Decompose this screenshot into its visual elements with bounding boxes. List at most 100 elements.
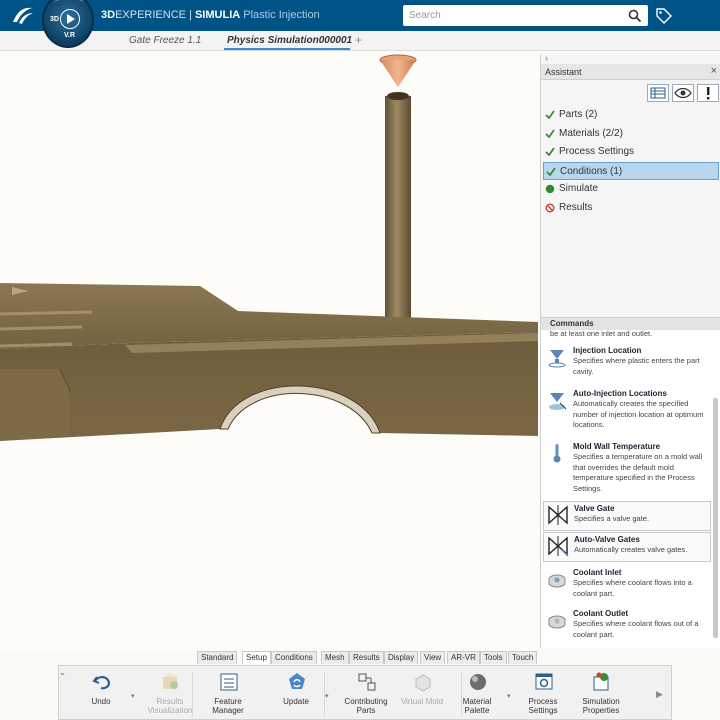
command-description: Specifies where coolant flows out of a c… — [573, 619, 699, 639]
assistant-header: Assistant × — [541, 64, 720, 80]
workflow-item-label: Materials (2/2) — [559, 127, 623, 139]
tag-icon[interactable] — [655, 7, 673, 25]
check-icon — [545, 110, 555, 120]
action-tab-tools[interactable]: Tools — [480, 651, 507, 664]
injection-nozzle-icon[interactable] — [379, 54, 417, 87]
search-input[interactable] — [409, 7, 619, 24]
3d-viewport[interactable] — [0, 51, 540, 651]
command-description: Specifies where coolant flows into a coo… — [573, 578, 692, 598]
search-box[interactable] — [403, 5, 648, 26]
simulation-properties-button[interactable]: Simulation Properties — [574, 669, 628, 719]
command-title: Auto-Valve Gates — [574, 535, 640, 544]
thermometer-icon — [553, 444, 561, 463]
workflow-item[interactable]: Process Settings — [543, 143, 719, 162]
ds-logo-icon[interactable] — [10, 4, 36, 26]
material-palette-button[interactable]: Material Palette — [450, 669, 504, 719]
injection-location-icon — [548, 350, 566, 368]
command-title: Auto-Injection Locations — [573, 389, 667, 398]
virtual-mold-button[interactable]: Virtual Mold — [395, 669, 449, 719]
list-view-button[interactable] — [647, 84, 669, 102]
chevron-right-icon[interactable]: ▶ — [656, 689, 663, 700]
compass-ring — [54, 0, 84, 8]
sprue[interactable] — [385, 92, 411, 322]
injection-location-command[interactable]: Injection Location Specifies where plasti… — [543, 344, 711, 384]
action-button-label: Update — [283, 697, 309, 706]
top-bar: 3DEXPERIENCE | SIMULIA Plastic Injection — [0, 0, 720, 31]
ready-dot-icon — [545, 184, 555, 194]
action-tab-standard[interactable]: Standard — [197, 651, 238, 664]
part-left-block — [0, 369, 70, 441]
auto-injection-locations-command[interactable]: Auto-Injection Locations Automatically cr… — [543, 387, 711, 429]
command-description: Automatically creates the specified numb… — [573, 399, 704, 429]
add-tab-button[interactable]: + — [355, 33, 362, 47]
commands-truncated-text: be at least one inlet and outlet. — [550, 329, 653, 338]
app-title-experience: EXPERIENCE — [115, 9, 186, 21]
alert-button[interactable] — [697, 84, 719, 102]
contributing-parts-button[interactable]: Contributing Parts — [339, 669, 393, 719]
workflow-item[interactable]: Simulate — [543, 180, 719, 199]
eye-icon — [674, 87, 692, 99]
command-title: Valve Gate — [574, 504, 615, 513]
commands-scrollbar[interactable] — [713, 398, 718, 638]
action-tab-setup[interactable]: Setup — [242, 651, 271, 664]
visibility-button[interactable] — [672, 84, 694, 102]
update-button[interactable]: Update — [269, 669, 323, 719]
feature-manager-button[interactable]: Feature Manager — [201, 669, 255, 719]
workflow-item[interactable]: Materials (2/2) — [543, 125, 719, 144]
action-tab-view[interactable]: View — [420, 651, 446, 664]
feature-manager-icon — [220, 673, 238, 691]
collapse-arrow-icon[interactable]: › — [545, 53, 548, 63]
workflow-item-label: Conditions (1) — [560, 165, 623, 177]
process-settings-icon — [535, 673, 553, 690]
action-tab-ar-vr[interactable]: AR-VR — [447, 651, 480, 664]
coolant-outlet-icon — [548, 615, 566, 629]
auto-injection-icon — [549, 393, 567, 410]
play-icon[interactable] — [60, 9, 80, 29]
valve-gate-command[interactable]: Valve Gate Specifies a valve gate. — [543, 501, 711, 531]
document-tab-bar: Gate Freeze 1.1 Physics Simulation000001… — [0, 31, 720, 51]
action-tab-touch[interactable]: Touch — [508, 651, 538, 664]
auto-valve-gates-command[interactable]: Auto-Valve Gates Automatically creates va… — [543, 532, 711, 562]
tab-gate-freeze[interactable]: Gate Freeze 1.1 — [129, 35, 201, 46]
undo-button[interactable]: Undo — [74, 669, 128, 719]
action-tab-results[interactable]: Results — [349, 651, 384, 664]
workflow-item-label: Results — [559, 201, 593, 213]
dropdown-arrow-icon[interactable]: ▾ — [325, 692, 329, 700]
assistant-title: Assistant — [545, 67, 582, 77]
command-title: Coolant Outlet — [573, 609, 629, 618]
action-tab-conditions[interactable]: Conditions — [271, 651, 317, 664]
coolant-outlet-command[interactable]: Coolant Outlet Specifies where coolant fl… — [543, 607, 711, 647]
command-description: Specifies a temperature on a mold wall t… — [573, 452, 703, 493]
action-button-label: Material Palette — [462, 697, 492, 715]
auto-valve-icon — [548, 536, 569, 557]
command-description: Automatically creates valve gates. — [574, 545, 688, 554]
dropdown-arrow-icon[interactable]: ▾ — [131, 692, 135, 700]
action-button-label: Undo — [91, 697, 111, 706]
process-settings-button[interactable]: Process Settings — [516, 669, 570, 719]
tab-physics-simulation[interactable]: Physics Simulation000001 — [227, 35, 352, 46]
workflow-item[interactable]: Parts (2) — [543, 106, 719, 125]
toolbar-separator — [461, 672, 462, 716]
workflow-list: Parts (2) Materials (2/2) Process Settings… — [543, 106, 719, 217]
exclamation-icon — [707, 87, 710, 100]
molded-part-model[interactable] — [0, 51, 540, 651]
command-title: Coolant Inlet — [573, 568, 622, 577]
coolant-inlet-command[interactable]: Coolant Inlet Specifies where coolant flo… — [543, 566, 711, 606]
mold-wall-temperature-command[interactable]: Mold Wall Temperature Specifies a tempera… — [543, 440, 711, 493]
action-button-label: Simulation Properties — [582, 697, 620, 715]
compass-vr-label: V.R — [64, 32, 76, 39]
results-visualization-button[interactable]: Results Visualization — [143, 669, 197, 719]
action-tab-mesh[interactable]: Mesh — [321, 651, 349, 664]
list-icon — [650, 87, 666, 99]
commands-panel: Commands be at least one inlet and outle… — [540, 317, 720, 648]
dropdown-arrow-icon[interactable]: ▾ — [507, 692, 511, 700]
workflow-item[interactable]: Results — [543, 199, 719, 218]
workflow-item-label: Process Settings — [559, 146, 635, 157]
action-bar-collapse-icon[interactable]: ⌄ — [59, 668, 66, 677]
action-tab-display[interactable]: Display — [384, 651, 419, 664]
command-description: Specifies a valve gate. — [574, 514, 650, 523]
search-icon[interactable] — [628, 9, 642, 23]
toolbar-separator — [192, 672, 193, 716]
close-icon[interactable]: × — [711, 65, 717, 77]
workflow-item[interactable]: Conditions (1) — [543, 161, 719, 180]
